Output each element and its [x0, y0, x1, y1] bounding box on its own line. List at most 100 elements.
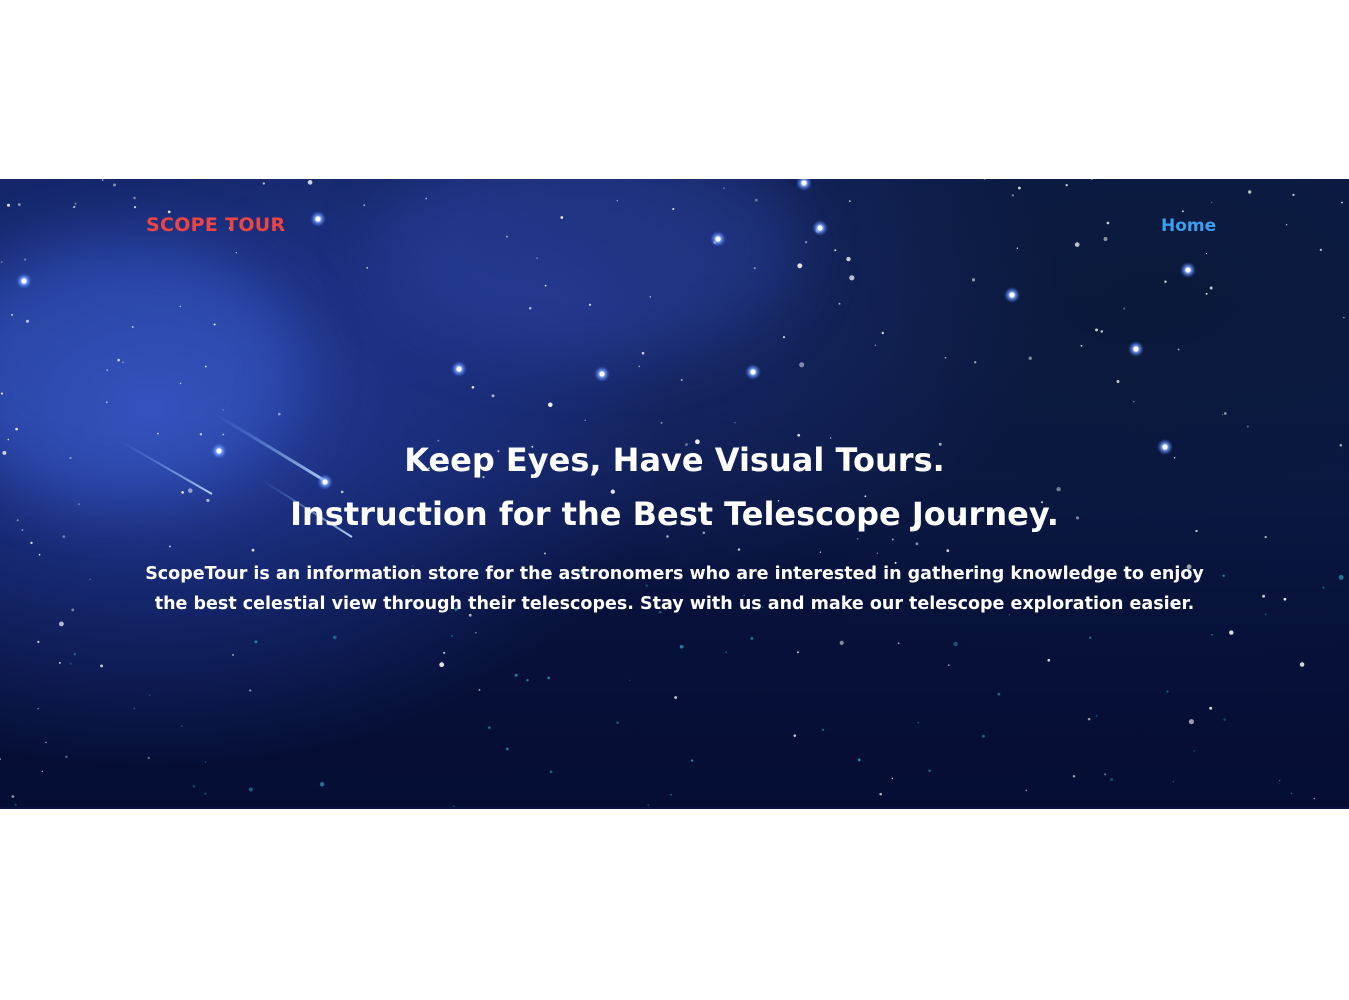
star [514, 673, 518, 677]
star [584, 419, 586, 421]
star [829, 437, 832, 439]
logo-link[interactable]: SCOPE TOUR [146, 214, 285, 236]
star [588, 303, 592, 306]
bright-star [715, 236, 721, 242]
star [1246, 425, 1249, 428]
star [262, 182, 265, 185]
hero-banner: SCOPE TOUR Home Keep Eyes, Have Visual T… [0, 179, 1349, 809]
star [11, 313, 14, 316]
star [443, 651, 446, 654]
star [37, 707, 40, 710]
star [1011, 194, 1014, 197]
star [641, 351, 645, 355]
star [560, 216, 564, 219]
bright-star [1133, 346, 1139, 352]
star [1025, 789, 1028, 792]
star [117, 358, 120, 362]
star [1343, 316, 1345, 319]
star [148, 694, 151, 697]
nav-home-link[interactable]: Home [1161, 216, 1216, 236]
star [725, 651, 727, 654]
star [1123, 307, 1126, 310]
star [204, 761, 207, 763]
starfield-background [0, 179, 1345, 809]
star [1181, 210, 1184, 213]
star [822, 728, 825, 731]
star [71, 608, 75, 612]
star [249, 689, 252, 692]
star [928, 769, 931, 773]
star [891, 777, 894, 780]
star [1313, 797, 1316, 800]
star [58, 621, 64, 627]
star [1229, 630, 1234, 635]
star [179, 382, 182, 385]
star [857, 758, 861, 762]
star [737, 548, 741, 551]
star [1106, 221, 1110, 225]
star [248, 787, 253, 792]
star [1103, 237, 1108, 241]
hero-description-line-1: ScopeTour is an information store for th… [145, 564, 1204, 584]
star [526, 678, 529, 682]
star [981, 734, 985, 738]
star [838, 302, 841, 305]
star [491, 394, 495, 398]
star [475, 632, 477, 634]
star [1172, 780, 1175, 783]
hero-bottom-edge [0, 807, 1349, 809]
star [505, 747, 509, 751]
star [946, 549, 950, 553]
hero-headline-line-2: Instruction for the Best Telescope Journ… [290, 495, 1059, 533]
star [100, 664, 104, 668]
star [793, 734, 797, 737]
star [915, 542, 919, 546]
bright-star [456, 366, 462, 372]
star [38, 553, 41, 556]
hero-description: ScopeTour is an information store for th… [110, 559, 1239, 619]
star [1209, 706, 1213, 710]
star [947, 664, 950, 666]
star [1222, 414, 1224, 416]
star [89, 578, 91, 581]
star [1087, 717, 1091, 721]
star [363, 204, 366, 207]
star [1028, 356, 1032, 360]
star [1133, 400, 1135, 403]
star [106, 369, 109, 371]
star [157, 432, 159, 435]
star [41, 770, 43, 773]
star [750, 636, 754, 640]
hero-description-line-2: the best celestial view through their te… [154, 594, 1195, 614]
star [1016, 247, 1019, 249]
star [122, 361, 124, 363]
star [213, 323, 216, 326]
star [488, 726, 491, 729]
star [425, 197, 428, 200]
star [1211, 201, 1213, 203]
star [167, 210, 171, 214]
star [319, 782, 325, 787]
star [1338, 574, 1344, 580]
bright-star [315, 216, 321, 222]
star [222, 409, 224, 411]
star [133, 196, 136, 200]
bright-star [1009, 292, 1015, 298]
star [133, 707, 136, 710]
star [179, 305, 182, 308]
star [616, 200, 618, 202]
star [1104, 773, 1107, 776]
star [30, 541, 33, 545]
star [332, 635, 337, 640]
star [23, 258, 27, 261]
star [15, 427, 18, 431]
star [1166, 690, 1169, 693]
star [62, 535, 66, 538]
star [984, 179, 986, 180]
star [1109, 777, 1114, 782]
star [690, 759, 694, 762]
star [168, 545, 171, 548]
star [638, 365, 641, 368]
star [14, 803, 17, 806]
star [997, 692, 1001, 696]
